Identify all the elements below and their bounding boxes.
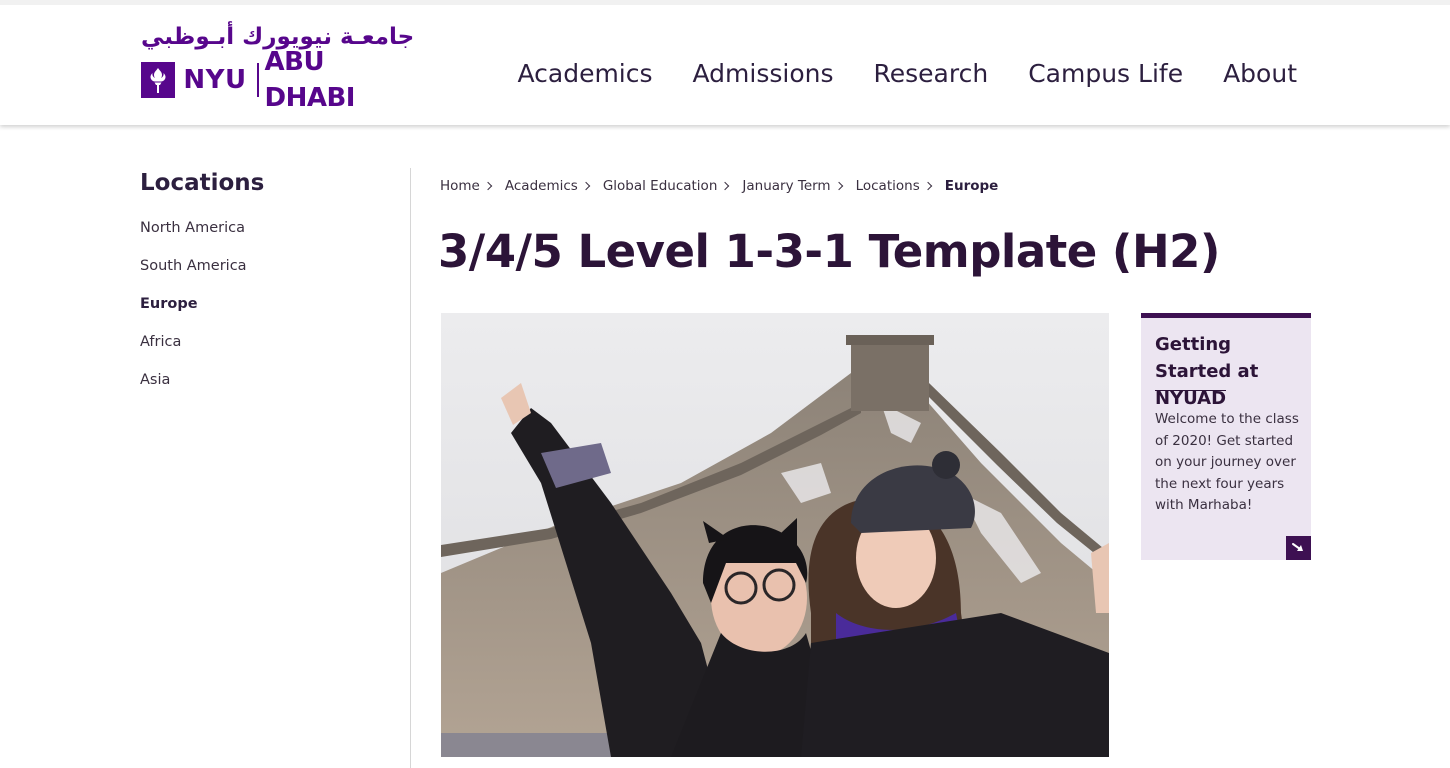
logo-nyu-text: NYU [183,65,247,95]
breadcrumb-current: Europe [944,178,999,194]
nav-campus-life[interactable]: Campus Life [1028,57,1183,91]
content-divider [410,168,411,768]
card-divider [1155,390,1226,391]
nav-admissions[interactable]: Admissions [693,57,834,91]
nav-research[interactable]: Research [874,57,989,91]
site-header: جامعـة نيويورك أبـوظبي NYU ABU DHABI Aca… [0,0,1450,125]
breadcrumb-academics[interactable]: Academics [505,176,578,196]
arrow-down-right-icon[interactable] [1286,536,1311,560]
logo-abu-dhabi-text: ABU DHABI [264,47,356,113]
breadcrumb-global-education[interactable]: Global Education [603,176,718,196]
breadcrumb-home[interactable]: Home [440,176,480,196]
card-title: Getting Started at NYUAD [1155,334,1259,409]
main-nav: Academics Admissions Research Campus Lif… [517,57,1297,91]
nav-academics[interactable]: Academics [517,57,652,91]
chevron-right-icon [581,181,591,191]
hero-image [441,313,1109,757]
nav-about[interactable]: About [1223,57,1297,91]
sidebar: Locations North America South America Eu… [140,168,390,408]
logo-wordmark: NYU ABU DHABI [141,47,416,113]
chevron-right-icon [483,181,493,191]
chevron-right-icon [923,181,932,191]
page-title: 3/4/5 Level 1-3-1 Template (H2) [438,225,1221,278]
sidebar-list: North America South America Europe Afric… [140,218,390,408]
breadcrumb: Home Academics Global Education January … [440,176,998,196]
promo-card[interactable]: Getting Started at NYUAD Welcome to the … [1141,313,1311,560]
sidebar-item-south-america[interactable]: South America [140,256,390,294]
torch-icon [141,62,176,98]
sidebar-item-asia[interactable]: Asia [140,370,390,408]
chevron-right-icon [834,181,843,191]
logo-divider [256,63,259,97]
chevron-right-icon [721,181,730,191]
card-text: Welcome to the class of 2020! Get starte… [1155,411,1299,513]
sidebar-item-north-america[interactable]: North America [140,218,390,256]
sidebar-item-africa[interactable]: Africa [140,332,390,370]
sidebar-title: Locations [140,170,265,196]
breadcrumb-january-term[interactable]: January Term [742,176,830,196]
breadcrumb-locations[interactable]: Locations [856,176,920,196]
nyuad-logo[interactable]: جامعـة نيويورك أبـوظبي NYU ABU DHABI [141,23,416,113]
sidebar-item-europe[interactable]: Europe [140,294,390,332]
